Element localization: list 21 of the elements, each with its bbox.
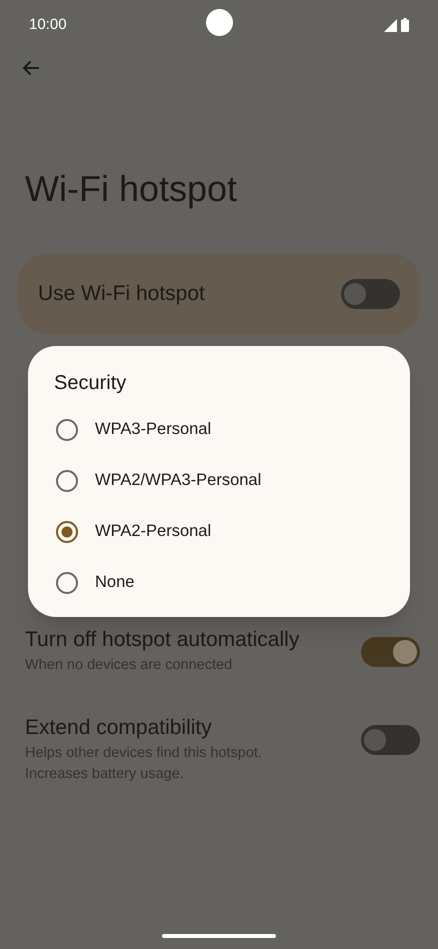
radio-button[interactable]: [56, 418, 78, 440]
radio-button[interactable]: [56, 572, 78, 594]
toggle-switch[interactable]: [341, 279, 400, 309]
radio-button[interactable]: [56, 470, 78, 492]
radio-button[interactable]: [56, 520, 78, 542]
back-arrow-icon: [22, 60, 40, 76]
main-switch-label: Use Wi-Fi hotspot: [38, 281, 205, 308]
toggle-switch[interactable]: [361, 725, 420, 755]
dialog-title: Security: [54, 371, 126, 396]
signal-icon: [384, 18, 397, 32]
security-option[interactable]: None: [28, 557, 410, 608]
toggle-switch[interactable]: [361, 637, 420, 667]
battery-icon: [401, 18, 409, 32]
security-option[interactable]: WPA3-Personal: [28, 404, 410, 455]
setting-title: Extend compatibility: [25, 715, 213, 741]
page-title: Wi-Fi hotspot: [25, 167, 238, 211]
status-time: 10:00: [29, 14, 67, 35]
security-option[interactable]: WPA2-Personal: [28, 506, 410, 557]
camera-cutout: [206, 9, 233, 36]
security-option[interactable]: WPA2/WPA3-Personal: [28, 455, 410, 506]
setting-title: Turn off hotspot automatically: [25, 627, 300, 653]
